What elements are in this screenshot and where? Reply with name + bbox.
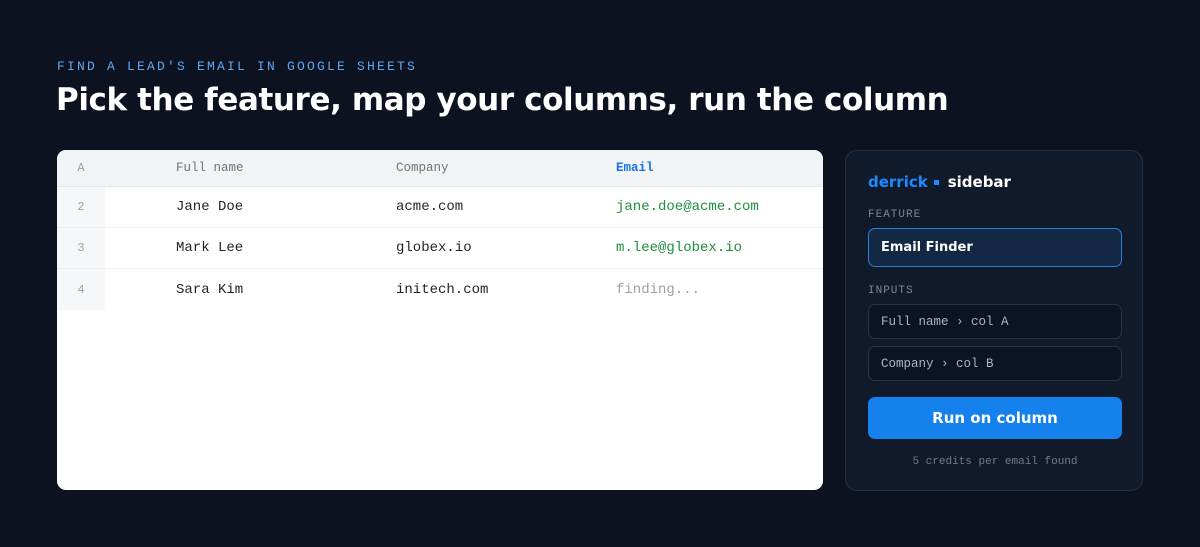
brand-dot-icon	[933, 179, 939, 185]
spreadsheet: A Full name Company Email 2 Jane Doe acm…	[57, 150, 823, 490]
credits-note: 5 credits per email found	[912, 456, 1078, 468]
cell-email[interactable]: m.lee@globex.io	[616, 228, 742, 268]
row-number: 3	[57, 228, 105, 268]
cell-company[interactable]: globex.io	[396, 228, 472, 268]
cell-full-name[interactable]: Mark Lee	[176, 228, 243, 268]
page: FIND A LEAD'S EMAIL IN GOOGLE SHEETS Pic…	[0, 0, 1200, 547]
header-company[interactable]: Company	[396, 150, 449, 186]
row-number: 2	[57, 187, 105, 227]
input-mapping-full-name[interactable]: Full name › col A	[868, 304, 1122, 339]
cell-company[interactable]: acme.com	[396, 187, 463, 227]
table-row: 3 Mark Lee globex.io m.lee@globex.io	[57, 228, 823, 269]
eyebrow-text: FIND A LEAD'S EMAIL IN GOOGLE SHEETS	[57, 59, 418, 74]
brand-suffix: sidebar	[947, 173, 1011, 191]
cell-email[interactable]: jane.doe@acme.com	[616, 187, 759, 227]
derrick-sidebar: derrick sidebar FEATURE Email Finder INP…	[845, 150, 1143, 491]
sheet-header-row: A Full name Company Email	[57, 150, 823, 187]
page-title: Pick the feature, map your columns, run …	[56, 82, 949, 118]
header-full-name[interactable]: Full name	[176, 150, 244, 186]
feature-label: FEATURE	[868, 209, 922, 221]
cell-email-pending[interactable]: finding...	[616, 269, 700, 310]
cell-company[interactable]: initech.com	[396, 269, 488, 310]
table-row: 2 Jane Doe acme.com jane.doe@acme.com	[57, 187, 823, 228]
input-mapping-company[interactable]: Company › col B	[868, 346, 1122, 381]
row-number: 4	[57, 269, 105, 310]
run-on-column-button[interactable]: Run on column	[868, 397, 1122, 439]
brand-logo-text: derrick	[868, 173, 928, 191]
inputs-label: INPUTS	[868, 285, 914, 297]
header-email[interactable]: Email	[616, 150, 654, 186]
feature-select[interactable]: Email Finder	[868, 228, 1122, 267]
sidebar-brand: derrick sidebar	[868, 173, 1011, 191]
cell-full-name[interactable]: Sara Kim	[176, 269, 243, 310]
column-letter: A	[77, 161, 85, 175]
table-row: 4 Sara Kim initech.com finding...	[57, 269, 823, 310]
cell-full-name[interactable]: Jane Doe	[176, 187, 243, 227]
